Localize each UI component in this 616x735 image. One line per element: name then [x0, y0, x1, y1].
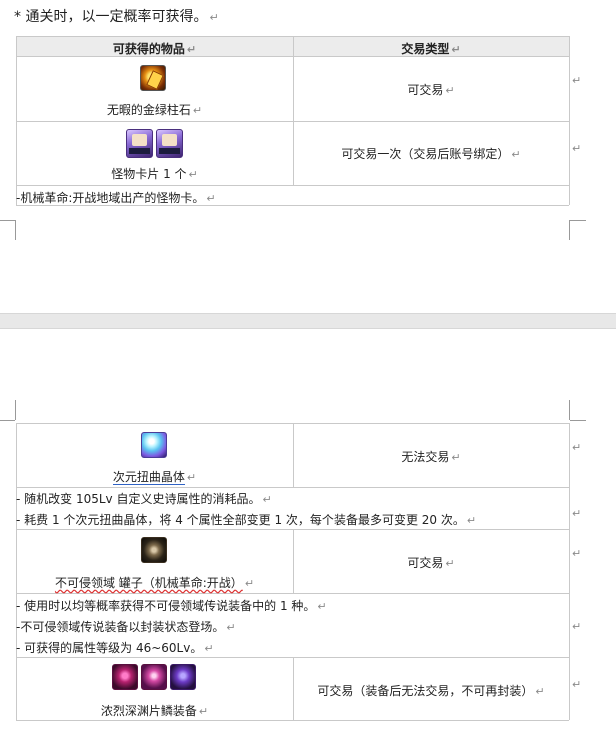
- table1-border: [16, 185, 569, 186]
- item-name-card: 怪物卡片 1 个 ↵: [111, 167, 198, 181]
- jar-note-2: -不可侵领域传说装备以封装状态登场。 ↵: [16, 620, 236, 634]
- page-break-gap: [0, 313, 616, 329]
- row-end-mark: ↵: [572, 142, 582, 155]
- trade-type-abyss: 可交易（装备后无法交易，不可再封装） ↵: [317, 684, 545, 698]
- heading-text: * 通关时，以一定概率可获得。: [14, 9, 208, 25]
- table2-border: [16, 487, 569, 488]
- crop-mark: [0, 420, 15, 421]
- table2-border: [569, 423, 570, 720]
- item-name-jar: 不可侵领域 罐子（机械革命:开战） ↵: [54, 576, 255, 590]
- table1-border: [569, 36, 570, 205]
- row-end-mark: ↵: [572, 507, 582, 520]
- cube-note-2: - 耗费 1 个次元扭曲晶体，将 4 个属性全部变更 1 次，每个装备最多可变更…: [16, 513, 477, 527]
- abyss-equipment-icon: [112, 664, 138, 690]
- row-end-mark: ↵: [572, 620, 582, 633]
- abyss-equipment-icon: [170, 664, 196, 690]
- trade-type-jar: 可交易 ↵: [407, 556, 455, 570]
- table2-border: [16, 720, 569, 721]
- trade-type-card: 可交易一次（交易后账号绑定） ↵: [341, 147, 521, 161]
- crop-mark: [569, 400, 570, 420]
- cube-note-1: - 随机改变 105Lv 自定义史诗属性的消耗品。 ↵: [16, 492, 272, 506]
- item-name-abyss: 浓烈深渊片鳞装备 ↵: [100, 704, 209, 718]
- row-end-mark: ↵: [572, 74, 582, 87]
- jar-note-1: - 使用时以均等概率获得不可侵领域传说装备中的 1 种。 ↵: [16, 599, 327, 613]
- section-heading: * 通关时，以一定概率可获得。 ↵: [14, 6, 219, 26]
- table2-border: [16, 593, 569, 594]
- row-end-mark: ↵: [572, 678, 582, 691]
- row-end-mark: ↵: [572, 547, 582, 560]
- trade-type-cube: 无法交易 ↵: [401, 450, 461, 464]
- trade-type-gem: 可交易 ↵: [407, 83, 455, 97]
- table1-note: -机械革命:开战地域出产的怪物卡。 ↵: [16, 191, 216, 205]
- monster-card-icon: [126, 129, 153, 158]
- row-end-mark: ↵: [572, 441, 582, 454]
- item-name-cube: 次元扭曲晶体 ↵: [112, 470, 197, 485]
- crop-mark: [15, 220, 16, 240]
- crop-mark: [15, 400, 16, 420]
- crop-mark: [0, 220, 15, 221]
- crop-mark: [570, 220, 586, 221]
- jar-note-3: - 可获得的属性等级为 46~60Lv。 ↵: [16, 641, 214, 655]
- column-header-item: 可获得的物品 ↵: [112, 42, 197, 56]
- monster-card-icon: [156, 129, 183, 158]
- golden-gem-icon: [140, 65, 166, 91]
- crop-mark: [570, 420, 586, 421]
- table1-border: [293, 36, 294, 185]
- item-name-gem: 无暇的金绿柱石 ↵: [106, 103, 203, 117]
- paragraph-mark: ↵: [209, 11, 219, 24]
- crop-mark: [569, 220, 570, 240]
- abyss-equipment-icon: [141, 664, 167, 690]
- dimension-cube-icon: [141, 432, 167, 458]
- column-header-trade: 交易类型 ↵: [401, 42, 461, 56]
- jar-icon: [141, 537, 167, 563]
